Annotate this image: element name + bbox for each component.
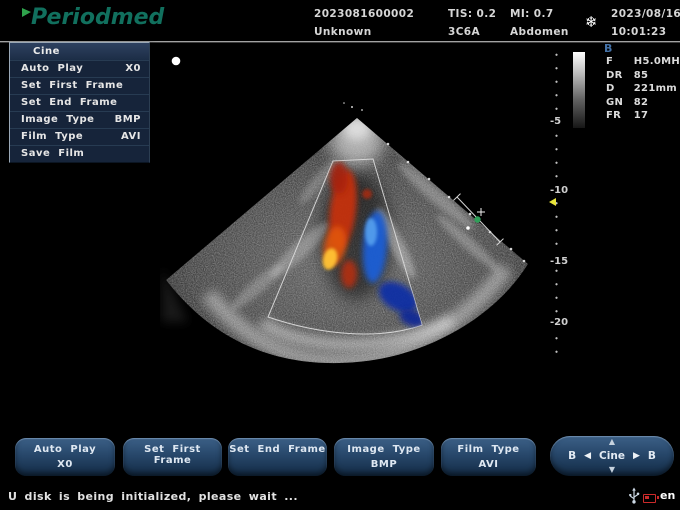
param-label: GN — [606, 96, 630, 110]
caliper-green-dot[interactable] — [474, 216, 480, 222]
button-film-type[interactable]: Film Type AVI — [441, 438, 536, 476]
menu-item-set-end-frame[interactable]: Set End Frame — [10, 94, 149, 111]
exam-date: 2023/08/16 — [611, 8, 680, 20]
button-value: BMP — [334, 459, 434, 470]
menu-item-value: BMP — [115, 112, 141, 128]
arrow-right-icon[interactable]: ▶ — [633, 451, 640, 461]
param-row: D 221mm — [606, 82, 680, 96]
depth-label-5: -5 — [548, 116, 563, 127]
param-row: GN 82 — [606, 96, 680, 110]
button-set-end-frame[interactable]: Set End Frame — [228, 438, 327, 476]
menu-item-label: Film Type — [21, 129, 83, 145]
param-label: FR — [606, 109, 630, 123]
button-label: Image Type — [334, 444, 434, 455]
button-label: Set First Frame — [123, 444, 222, 466]
button-value: AVI — [441, 459, 536, 470]
param-row: DR 85 — [606, 69, 680, 83]
battery-icon — [643, 494, 656, 503]
probe-name: 3C6A — [448, 26, 480, 38]
param-label: F — [606, 55, 630, 69]
status-bar: U disk is being initialized, please wait… — [0, 485, 680, 510]
param-label: D — [606, 82, 630, 96]
param-value: 17 — [634, 110, 649, 121]
param-value: 82 — [634, 97, 649, 108]
menu-item-auto-play[interactable]: Auto Play X0 — [10, 60, 149, 77]
param-row: FR 17 — [606, 109, 680, 123]
preset-name: Abdomen — [510, 26, 569, 38]
param-label: DR — [606, 69, 630, 83]
language-indicator[interactable]: en — [660, 489, 675, 502]
focus-marker-icon[interactable] — [549, 198, 556, 206]
arrow-up-icon[interactable]: ▲ — [609, 438, 615, 446]
button-set-first-frame[interactable]: Set First Frame — [123, 438, 222, 476]
button-image-type[interactable]: Image Type BMP — [334, 438, 434, 476]
status-message: U disk is being initialized, please wait… — [8, 490, 298, 503]
menu-item-label: Image Type — [21, 112, 94, 128]
depth-ruler: -5 -10 -15 -20 — [546, 48, 582, 360]
top-bar: Periodmed 2023081600002 Unknown TIS: 0.2… — [0, 0, 680, 42]
bottom-bar: Auto Play X0 Set First Frame Set End Fra… — [0, 430, 680, 486]
mode-b-left[interactable]: B — [568, 450, 576, 462]
arrow-left-icon[interactable]: ◀ — [584, 451, 591, 461]
depth-label-20: -20 — [548, 317, 570, 328]
menu-item-image-type[interactable]: Image Type BMP — [10, 111, 149, 128]
mode-b-right[interactable]: B — [648, 450, 656, 462]
freeze-snowflake-icon: ❄ — [585, 13, 598, 31]
button-label: Film Type — [441, 444, 536, 455]
menu-item-value: X0 — [125, 61, 141, 77]
ultrasound-image[interactable] — [160, 45, 545, 395]
patient-name: Unknown — [314, 26, 372, 38]
button-auto-play[interactable]: Auto Play X0 — [15, 438, 115, 476]
arrow-down-icon[interactable]: ▼ — [609, 466, 615, 474]
exam-id: 2023081600002 — [314, 8, 414, 20]
menu-item-label: Set First Frame — [21, 78, 123, 94]
menu-item-save-film[interactable]: Save Film — [10, 145, 149, 162]
menu-item-set-first-frame[interactable]: Set First Frame — [10, 77, 149, 94]
param-value: H5.0MHz — [634, 56, 680, 67]
menu-title: Cine — [10, 43, 149, 60]
menu-item-label: Auto Play — [21, 61, 83, 77]
image-params: F H5.0MHz DR 85 D 221mm GN 82 FR 17 — [606, 55, 680, 123]
usb-icon — [627, 487, 641, 504]
param-value: 221mm — [634, 83, 677, 94]
exam-time: 10:01:23 — [611, 26, 666, 38]
button-label: Auto Play — [15, 444, 115, 455]
menu-item-film-type[interactable]: Film Type AVI — [10, 128, 149, 145]
depth-label-15: -15 — [548, 256, 570, 267]
mode-label: B — [604, 42, 612, 55]
button-label: Set End Frame — [228, 444, 327, 455]
cine-mode-control[interactable]: ▲ B ◀ Cine ▶ B ▼ — [550, 436, 674, 476]
screen: Periodmed 2023081600002 Unknown TIS: 0.2… — [0, 0, 680, 510]
tis-value: TIS: 0.2 — [448, 8, 496, 20]
pointer-dot — [172, 57, 181, 66]
cine-label: Cine — [599, 450, 625, 462]
depth-label-10: -10 — [548, 185, 570, 196]
logo-text: Periodmed — [31, 5, 164, 30]
menu-item-value: AVI — [121, 129, 141, 145]
button-value: X0 — [15, 459, 115, 470]
caliper-white-dot — [466, 226, 470, 230]
menu-item-label: Save Film — [21, 146, 84, 162]
logo-arrow-icon — [22, 8, 31, 17]
mi-value: MI: 0.7 — [510, 8, 554, 20]
menu-item-label: Set End Frame — [21, 95, 117, 111]
param-row: F H5.0MHz — [606, 55, 680, 69]
cine-context-menu: Cine Auto Play X0 Set First Frame Set En… — [9, 42, 150, 163]
param-value: 85 — [634, 70, 649, 81]
